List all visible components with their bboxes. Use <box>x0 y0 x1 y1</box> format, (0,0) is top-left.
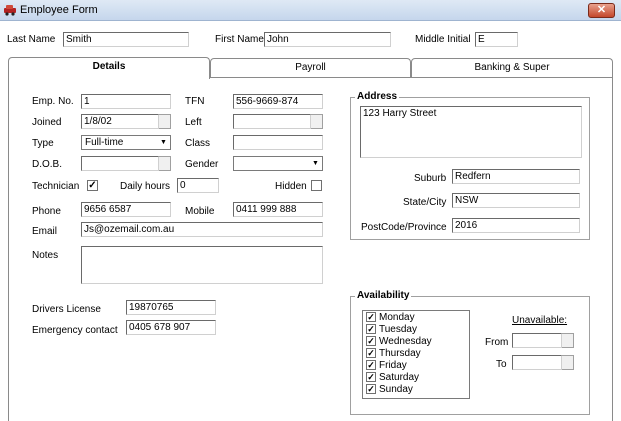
list-item[interactable]: ✓ Saturday <box>366 372 419 384</box>
dob-label: D.O.B. <box>32 159 63 170</box>
notes-textarea[interactable] <box>81 246 323 284</box>
first-name-label: First Name <box>215 34 264 45</box>
to-label: To <box>496 359 507 370</box>
to-date-button[interactable] <box>562 355 574 370</box>
day-checkbox[interactable]: ✓ <box>366 312 376 323</box>
daily-hours-input[interactable]: 0 <box>177 178 219 193</box>
middle-initial-input[interactable]: E <box>475 32 518 47</box>
emergency-contact-input[interactable]: 0405 678 907 <box>126 320 216 335</box>
tab-banking-super[interactable]: Banking & Super <box>411 58 613 78</box>
from-date-button[interactable] <box>562 333 574 348</box>
daily-hours-label: Daily hours <box>120 181 171 192</box>
availability-day-list: ✓ Monday ✓ Tuesday ✓ Wednesday ✓ Thursday ✓ F… <box>362 310 470 399</box>
chevron-down-icon[interactable]: ▼ <box>310 158 321 169</box>
joined-input[interactable]: 1/8/02 <box>81 114 159 129</box>
phone-input[interactable]: 9656 6587 <box>81 202 171 217</box>
class-input[interactable] <box>233 135 323 150</box>
list-item[interactable]: ✓ Sunday <box>366 384 413 396</box>
tab-details[interactable]: Details <box>8 57 210 79</box>
last-name-input[interactable]: Smith <box>63 32 189 47</box>
day-checkbox[interactable]: ✓ <box>366 348 376 359</box>
day-label: Wednesday <box>379 336 432 347</box>
class-label: Class <box>185 138 211 149</box>
availability-group-title: Availability <box>355 290 412 301</box>
type-select[interactable]: Full-time ▼ <box>81 135 171 150</box>
unavailable-label: Unavailable: <box>512 315 568 326</box>
list-item[interactable]: ✓ Tuesday <box>366 324 417 336</box>
gender-label: Gender <box>185 159 219 170</box>
type-select-value: Full-time <box>85 137 124 148</box>
day-label: Thursday <box>379 348 421 359</box>
day-label: Monday <box>379 312 415 323</box>
email-label: Email <box>32 226 58 237</box>
unavailable-to-input[interactable] <box>512 355 562 370</box>
mobile-label: Mobile <box>185 206 215 217</box>
address-group-title: Address <box>355 91 400 102</box>
left-date-button[interactable] <box>311 114 323 129</box>
notes-label: Notes <box>32 250 59 261</box>
state-city-input[interactable]: NSW <box>452 193 580 208</box>
chevron-down-icon[interactable]: ▼ <box>158 137 169 148</box>
list-item[interactable]: ✓ Friday <box>366 360 407 372</box>
list-item[interactable]: ✓ Monday <box>366 312 415 324</box>
mobile-input[interactable]: 0411 999 888 <box>233 202 323 217</box>
day-label: Tuesday <box>379 324 417 335</box>
type-label: Type <box>32 138 54 149</box>
last-name-label: Last Name <box>7 34 56 45</box>
day-checkbox[interactable]: ✓ <box>366 324 376 335</box>
day-checkbox[interactable]: ✓ <box>366 336 376 347</box>
emergency-contact-label: Emergency contact <box>32 325 118 336</box>
technician-label: Technician <box>32 181 80 192</box>
state-city-label: State/City <box>403 197 447 208</box>
unavailable-from-input[interactable] <box>512 333 562 348</box>
drivers-license-input[interactable]: 19870765 <box>126 300 216 315</box>
postcode-province-input[interactable]: 2016 <box>452 218 580 233</box>
day-checkbox[interactable]: ✓ <box>366 384 376 395</box>
emp-no-label: Emp. No. <box>32 96 74 107</box>
phone-label: Phone <box>32 206 61 217</box>
street-address-textarea[interactable]: 123 Harry Street <box>360 106 582 158</box>
day-checkbox[interactable]: ✓ <box>366 360 376 371</box>
suburb-input[interactable]: Redfern <box>452 169 580 184</box>
list-item[interactable]: ✓ Wednesday <box>366 336 432 348</box>
list-item[interactable]: ✓ Thursday <box>366 348 421 360</box>
postcode-province-label: PostCode/Province <box>361 222 447 233</box>
left-label: Left <box>185 117 202 128</box>
from-label: From <box>485 337 509 348</box>
joined-date-button[interactable] <box>159 114 171 129</box>
suburb-label: Suburb <box>414 173 447 184</box>
emp-no-input[interactable]: 1 <box>81 94 171 109</box>
first-name-input[interactable]: John <box>264 32 391 47</box>
title-bar: Employee Form ✕ <box>0 0 621 21</box>
day-label: Saturday <box>379 372 420 383</box>
app-car-icon <box>4 5 16 16</box>
tfn-input[interactable]: 556-9669-874 <box>233 94 323 109</box>
left-date-input[interactable] <box>233 114 311 129</box>
email-input[interactable]: Js@ozemail.com.au <box>81 222 323 237</box>
day-label: Friday <box>379 360 407 371</box>
day-checkbox[interactable]: ✓ <box>366 372 376 383</box>
window-title: Employee Form <box>20 4 98 16</box>
hidden-label: Hidden <box>275 181 307 192</box>
day-label: Sunday <box>379 384 413 395</box>
dob-date-button[interactable] <box>159 156 171 171</box>
tfn-label: TFN <box>185 96 205 107</box>
drivers-license-label: Drivers License <box>32 304 101 315</box>
technician-checkbox[interactable]: ✓ <box>87 180 98 191</box>
middle-initial-label: Middle Initial <box>415 34 471 45</box>
gender-select[interactable]: ▼ <box>233 156 323 171</box>
close-button[interactable]: ✕ <box>588 3 615 18</box>
tab-payroll[interactable]: Payroll <box>210 58 411 78</box>
joined-label: Joined <box>32 117 62 128</box>
dob-input[interactable] <box>81 156 159 171</box>
hidden-checkbox[interactable] <box>311 180 322 191</box>
